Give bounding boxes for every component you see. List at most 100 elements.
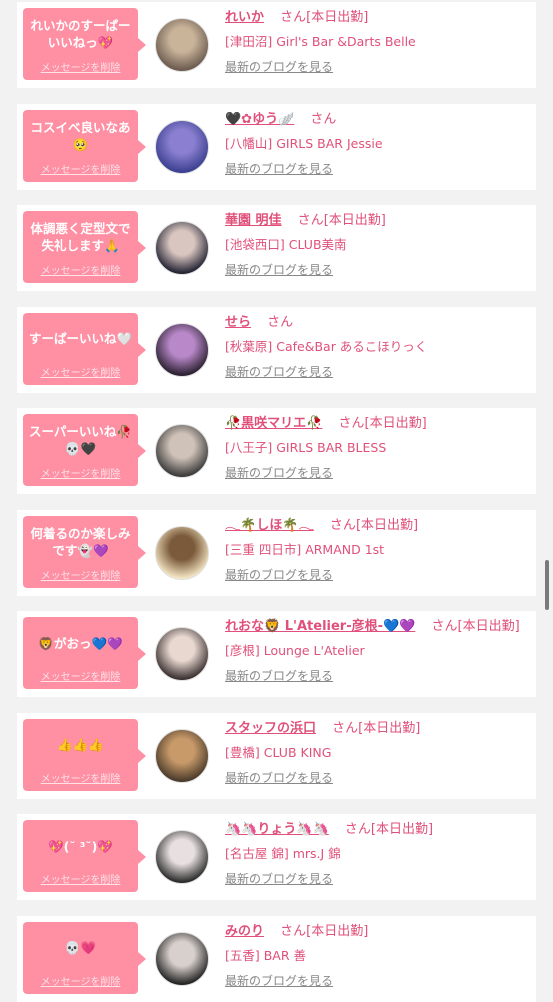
shop-name: [八王子] GIRLS BAR BLESS [225, 440, 387, 455]
shop-name: [秋葉原] Cafe&Bar あるこほりっく [225, 338, 428, 354]
honorific: さん [344, 822, 371, 837]
shop-name: [五香] BAR 善 [225, 947, 307, 963]
sender-info: 𓂃🌴しほ🌴𓂃 さん[本日出勤] [三重 四日市] ARMAND 1st 最新のブ… [225, 516, 532, 584]
sender-name-link[interactable]: 🦄🦄りょう🦄🦄 [225, 822, 329, 837]
delete-message-link[interactable]: メッセージを削除 [23, 364, 138, 379]
message-bubble: コスイベ良いなあ🥺 メッセージを削除 [23, 109, 146, 182]
honorific: さん [338, 416, 365, 431]
delete-message-link[interactable]: メッセージを削除 [23, 770, 138, 785]
avatar[interactable] [155, 424, 209, 478]
avatar[interactable] [155, 18, 209, 72]
message-text: スーパーいいね🥀💀🖤 [29, 424, 132, 456]
delete-message-link[interactable]: メッセージを削除 [23, 465, 138, 480]
message-text: 体調悪く定型文で失礼します🙏 [30, 221, 131, 253]
message-card: 何着るのか楽しみです👻💜 メッセージを削除 𓂃🌴しほ🌴𓂃 さん[本日出勤] [三… [17, 509, 536, 596]
message-text: 🦁がおっ💙💜 [38, 635, 123, 651]
shop-name: [名古屋 錦] mrs.J 錦 [225, 846, 341, 861]
honorific: さん [332, 720, 359, 736]
latest-blog-link[interactable]: 最新のブログを見る [225, 566, 333, 584]
message-text: 👍👍👍 [57, 737, 104, 752]
delete-message-link[interactable]: メッセージを削除 [23, 871, 138, 886]
message-card: れいかのすーぱーいいねっ💖 メッセージを削除 れいか さん[本日出勤] [津田沼… [17, 2, 536, 88]
scrollbar[interactable] [545, 560, 549, 610]
message-card: コスイベ良いなあ🥺 メッセージを削除 🖤✿ゆう🪽 さん [八幡山] GIRLS … [17, 103, 536, 190]
message-bubble: 体調悪く定型文で失礼します🙏 メッセージを削除 [23, 211, 146, 283]
shop-name: [池袋西口] CLUB美南 [225, 237, 347, 252]
message-card: 💖(˘ ³˘)💖 メッセージを削除 🦄🦄りょう🦄🦄 さん[本日出勤] [名古屋 … [17, 814, 536, 900]
avatar[interactable] [155, 728, 209, 783]
latest-blog-link[interactable]: 最新のブログを見る [225, 972, 333, 990]
status-badge: [本日出勤] [358, 720, 421, 736]
latest-blog-link[interactable]: 最新のブログを見る [225, 58, 333, 76]
honorific: さん [297, 213, 324, 228]
sender-name-link[interactable]: 🥀黒咲マリエ🥀 [225, 416, 322, 431]
message-text: 何着るのか楽しみです👻💜 [30, 525, 131, 558]
avatar[interactable] [155, 119, 209, 174]
sender-name-link[interactable]: れおな🦁 L'Atelier-彦根-💙💜 [225, 619, 415, 634]
sender-info: れおな🦁 L'Atelier-彦根-💙💜 さん[本日出勤] [彦根] Loung… [225, 617, 532, 685]
sender-name-link[interactable]: スタッフの浜口 [225, 721, 316, 736]
shop-name: [彦根] Lounge L'Atelier [225, 643, 365, 658]
honorific: さん [431, 619, 458, 634]
sender-info: 🥀黒咲マリエ🥀 さん[本日出勤] [八王子] GIRLS BAR BLESS 最… [225, 414, 532, 482]
message-text: コスイベ良いなあ🥺 [30, 119, 131, 152]
delete-message-link[interactable]: メッセージを削除 [23, 668, 138, 683]
avatar[interactable] [155, 322, 209, 377]
honorific: さん [280, 923, 307, 939]
sender-info: スタッフの浜口 さん[本日出勤] [豊橋] CLUB KING 最新のブログを見… [225, 719, 532, 787]
latest-blog-link[interactable]: 最新のブログを見る [225, 870, 333, 888]
message-bubble: 👍👍👍 メッセージを削除 [23, 718, 146, 791]
status-badge: [本日出勤] [457, 619, 520, 634]
message-bubble: スーパーいいね🥀💀🖤 メッセージを削除 [23, 414, 146, 486]
message-bubble: すーぱーいいね🤍 メッセージを削除 [23, 312, 146, 385]
honorific: さん [267, 314, 294, 330]
sender-name-link[interactable]: みのり [225, 924, 264, 939]
status-badge: [本日出勤] [355, 517, 419, 533]
latest-blog-link[interactable]: 最新のブログを見る [225, 160, 333, 178]
delete-message-link[interactable]: メッセージを削除 [23, 567, 138, 582]
delete-message-link[interactable]: メッセージを削除 [23, 262, 138, 277]
status-badge: [本日出勤] [306, 10, 369, 25]
message-card: すーぱーいいね🤍 メッセージを削除 せら さん [秋葉原] Cafe&Bar あ… [17, 306, 536, 393]
delete-message-link[interactable]: メッセージを削除 [23, 161, 138, 176]
delete-message-link[interactable]: メッセージを削除 [23, 59, 138, 74]
message-bubble: れいかのすーぱーいいねっ💖 メッセージを削除 [23, 8, 146, 80]
message-text: れいかのすーぱーいいねっ💖 [30, 18, 131, 50]
message-bubble: 💀💗 メッセージを削除 [23, 921, 146, 994]
sender-name-link[interactable]: 𓂃🌴しほ🌴𓂃 [225, 518, 314, 533]
shop-name: [三重 四日市] ARMAND 1st [225, 541, 385, 557]
avatar[interactable] [155, 221, 209, 275]
latest-blog-link[interactable]: 最新のブログを見る [225, 667, 333, 685]
sender-info: 華園 明佳 さん[本日出勤] [池袋西口] CLUB美南 最新のブログを見る [225, 211, 532, 279]
status-badge: [本日出勤] [306, 923, 369, 939]
message-card: 🦁がおっ💙💜 メッセージを削除 れおな🦁 L'Atelier-彦根-💙💜 さん[… [17, 611, 536, 697]
honorific: さん [310, 111, 337, 127]
message-bubble: 💖(˘ ³˘)💖 メッセージを削除 [23, 820, 146, 892]
message-text: すーぱーいいね🤍 [28, 331, 133, 346]
status-badge: [本日出勤] [364, 416, 427, 431]
message-card: 体調悪く定型文で失礼します🙏 メッセージを削除 華園 明佳 さん[本日出勤] [… [17, 205, 536, 291]
sender-name-link[interactable]: せら [225, 315, 251, 330]
avatar[interactable] [155, 931, 209, 986]
honorific: さん [280, 10, 307, 25]
sender-name-link[interactable]: れいか [225, 10, 264, 25]
sender-info: みのり さん[本日出勤] [五香] BAR 善 最新のブログを見る [225, 922, 532, 990]
latest-blog-link[interactable]: 最新のブログを見る [225, 464, 333, 482]
message-bubble: 🦁がおっ💙💜 メッセージを削除 [23, 617, 146, 689]
avatar[interactable] [155, 627, 209, 681]
avatar[interactable] [155, 525, 209, 580]
sender-name-link[interactable]: 🖤✿ゆう🪽 [225, 112, 294, 127]
delete-message-link[interactable]: メッセージを削除 [23, 973, 138, 988]
latest-blog-link[interactable]: 最新のブログを見る [225, 769, 333, 787]
message-card: スーパーいいね🥀💀🖤 メッセージを削除 🥀黒咲マリエ🥀 さん[本日出勤] [八王… [17, 408, 536, 494]
sender-info: せら さん [秋葉原] Cafe&Bar あるこほりっく 最新のブログを見る [225, 313, 532, 381]
latest-blog-link[interactable]: 最新のブログを見る [225, 261, 333, 279]
message-card: 💀💗 メッセージを削除 みのり さん[本日出勤] [五香] BAR 善 最新のブ… [17, 915, 536, 1002]
status-badge: [本日出勤] [370, 822, 434, 837]
shop-name: [津田沼] Girl's Bar &Darts Belle [225, 34, 416, 49]
sender-info: れいか さん[本日出勤] [津田沼] Girl's Bar &Darts Bel… [225, 8, 532, 76]
latest-blog-link[interactable]: 最新のブログを見る [225, 363, 333, 381]
avatar[interactable] [155, 830, 209, 884]
sender-info: 🖤✿ゆう🪽 さん [八幡山] GIRLS BAR Jessie 最新のブログを見… [225, 110, 532, 178]
sender-name-link[interactable]: 華園 明佳 [225, 213, 282, 228]
